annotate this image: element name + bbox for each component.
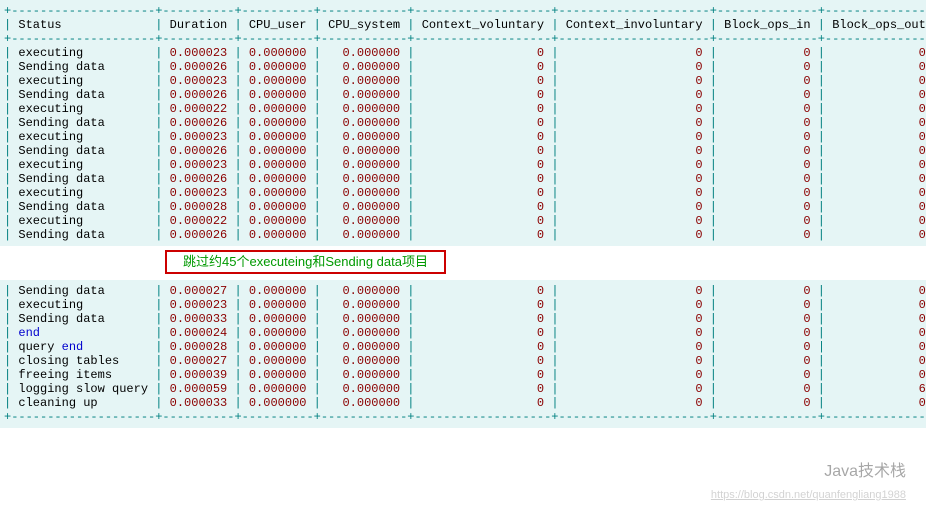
skip-annotation: 跳过约45个executeing和Sending data项目 <box>165 250 446 274</box>
table-row: | Sending data | 0.000026 | 0.000000 | 0… <box>0 116 926 130</box>
header-row: | Status | Duration | CPU_user | CPU_sys… <box>0 18 926 32</box>
table-row: | executing | 0.000023 | 0.000000 | 0.00… <box>0 298 926 312</box>
table-row: | query end | 0.000028 | 0.000000 | 0.00… <box>0 340 926 354</box>
table-row: | executing | 0.000022 | 0.000000 | 0.00… <box>0 214 926 228</box>
table-row: | Sending data | 0.000027 | 0.000000 | 0… <box>0 284 926 298</box>
profile-output-top: +--------------------+----------+-------… <box>0 0 926 246</box>
table-row: | executing | 0.000023 | 0.000000 | 0.00… <box>0 74 926 88</box>
table-row: | Sending data | 0.000026 | 0.000000 | 0… <box>0 88 926 102</box>
table-row: | Sending data | 0.000026 | 0.000000 | 0… <box>0 60 926 74</box>
table-row: | cleaning up | 0.000033 | 0.000000 | 0.… <box>0 396 926 410</box>
table-row: | executing | 0.000023 | 0.000000 | 0.00… <box>0 158 926 172</box>
table-row: | Sending data | 0.000026 | 0.000000 | 0… <box>0 228 926 242</box>
table-row: | freeing items | 0.000039 | 0.000000 | … <box>0 368 926 382</box>
separator-line: +--------------------+----------+-------… <box>0 4 926 18</box>
profile-output-bottom: | Sending data | 0.000027 | 0.000000 | 0… <box>0 280 926 428</box>
annotation-gap: 跳过约45个executeing和Sending data项目 <box>0 246 926 280</box>
table-row: | Sending data | 0.000026 | 0.000000 | 0… <box>0 172 926 186</box>
watermark-main: Java技术栈 <box>824 465 906 479</box>
table-row: | executing | 0.000023 | 0.000000 | 0.00… <box>0 130 926 144</box>
separator-line: +--------------------+----------+-------… <box>0 32 926 46</box>
table-row: | Sending data | 0.000028 | 0.000000 | 0… <box>0 200 926 214</box>
table-row: | logging slow query | 0.000059 | 0.0000… <box>0 382 926 396</box>
table-row: | executing | 0.000023 | 0.000000 | 0.00… <box>0 186 926 200</box>
table-row: | closing tables | 0.000027 | 0.000000 |… <box>0 354 926 368</box>
table-row: | executing | 0.000022 | 0.000000 | 0.00… <box>0 102 926 116</box>
table-row: | Sending data | 0.000026 | 0.000000 | 0… <box>0 144 926 158</box>
table-row: | executing | 0.000023 | 0.000000 | 0.00… <box>0 46 926 60</box>
table-row: | end | 0.000024 | 0.000000 | 0.000000 |… <box>0 326 926 340</box>
table-row: | Sending data | 0.000033 | 0.000000 | 0… <box>0 312 926 326</box>
watermark-sub: https://blog.csdn.net/quanfengliang1988 <box>711 488 906 502</box>
separator-line: +--------------------+----------+-------… <box>0 410 926 424</box>
